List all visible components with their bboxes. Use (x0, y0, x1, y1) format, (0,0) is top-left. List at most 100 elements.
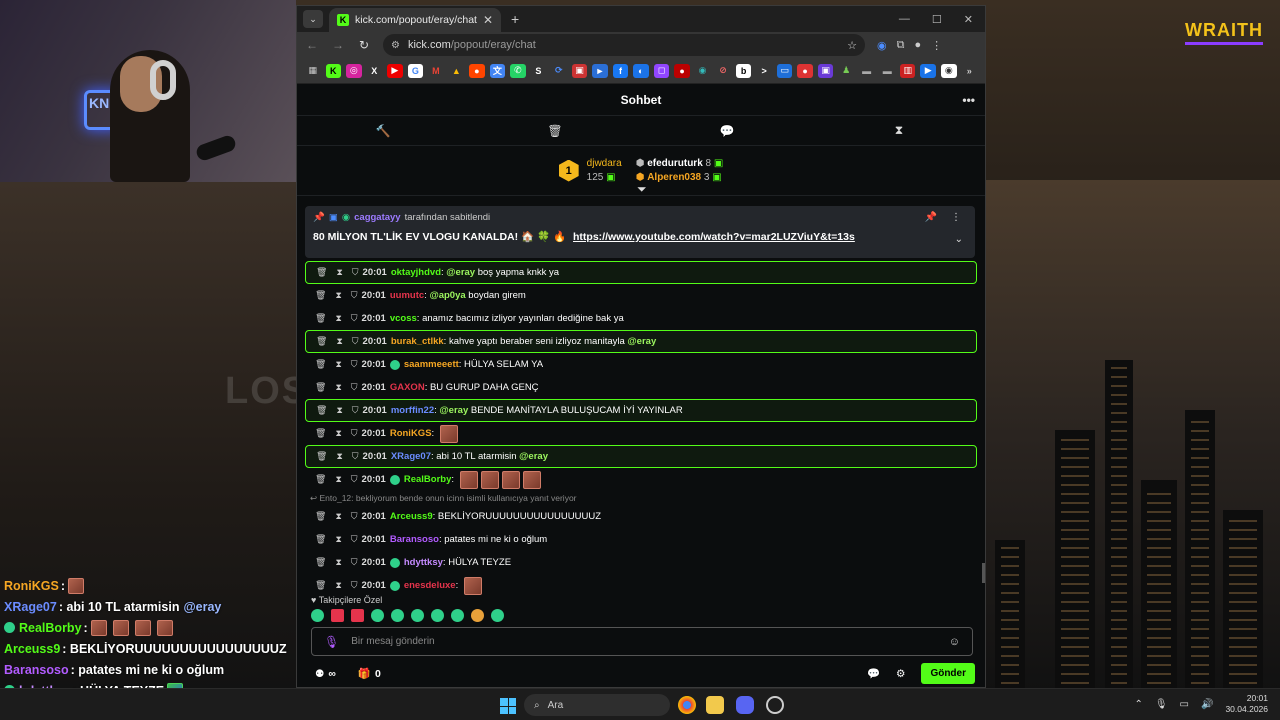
tab-search-icon[interactable]: ⌄ (303, 10, 323, 28)
bookmark-icon[interactable]: ▣ (571, 63, 588, 78)
emote-icon[interactable] (451, 609, 464, 622)
pinned-more-icon[interactable]: ⋮ (951, 212, 961, 223)
message-mention[interactable]: @eray (446, 267, 475, 278)
volume-icon[interactable]: 🔊 (1201, 699, 1213, 710)
trash-icon[interactable]: 🗑 (315, 382, 326, 393)
gift-icon[interactable]: 🎁 (358, 667, 371, 680)
message-username[interactable]: RoniKGS (390, 428, 432, 439)
bookmark-icon[interactable]: b (735, 63, 752, 78)
message-username[interactable]: GAXON (390, 382, 425, 393)
microphone-icon[interactable]: 🎙 (324, 635, 339, 649)
chat-message[interactable]: 🗑 ⧗ ⛉ 20:01 RealBorby: (305, 468, 977, 491)
tab-close-icon[interactable]: ✕ (483, 13, 493, 27)
more-options-icon[interactable]: ••• (962, 93, 975, 107)
bookmark-icon[interactable]: ◉ (940, 63, 957, 78)
emote-icon[interactable] (371, 609, 384, 622)
points-icon[interactable]: ⚉ (315, 668, 324, 680)
chat-bubble-icon[interactable]: 💬 (641, 116, 813, 145)
apps-icon[interactable]: ▦ (305, 64, 321, 78)
shield-icon[interactable]: ⛉ (352, 267, 359, 278)
hourglass-icon[interactable]: ⧗ (335, 382, 341, 393)
shield-icon[interactable]: ⛉ (351, 474, 358, 485)
clock[interactable]: 20:01 30.04.2026 (1225, 693, 1268, 715)
bookmark-icon[interactable]: ● (797, 63, 813, 78)
x-icon[interactable]: X (367, 64, 383, 78)
chrome-icon[interactable] (678, 696, 696, 714)
chat-message[interactable]: 🗑 ⧗ ⛉ 20:01 morffin22: @eray BENDE MANİTAYLA… (305, 399, 977, 422)
message-username[interactable]: saammeeett (404, 359, 459, 370)
shield-icon[interactable]: ⛉ (351, 428, 358, 439)
gmail-icon[interactable]: M (428, 64, 444, 78)
message-mention[interactable]: @eray (519, 451, 548, 462)
emote-icon[interactable] (331, 609, 344, 622)
hourglass-icon[interactable]: ⧗ (335, 580, 341, 591)
taskbar-search[interactable]: ⌕ Ara (524, 694, 670, 716)
hourglass-icon[interactable]: ⧗ (336, 451, 342, 462)
bookmark-icon[interactable]: ▥ (899, 63, 916, 78)
trash-icon[interactable]: 🗑 (315, 534, 326, 545)
bookmark-icon[interactable]: ▬ (879, 64, 895, 78)
chat-bubble-icon[interactable]: 💬 (867, 667, 880, 680)
translate-icon[interactable]: 文 (489, 63, 506, 78)
hourglass-icon[interactable]: ⧗ (335, 474, 341, 485)
bookmark-icon[interactable]: ► (592, 63, 608, 78)
hammer-icon[interactable]: 🔨 (297, 116, 469, 145)
pinned-by-user[interactable]: caggatayy (354, 212, 400, 223)
chat-message[interactable]: 🗑 ⧗ ⛉ 20:01 burak_ctlkk: kahve yaptı beraber… (305, 330, 977, 353)
leader-second[interactable]: ⬢ efeduruturk 8 ▣ (636, 157, 724, 171)
hourglass-icon[interactable]: ⧗ (335, 428, 341, 439)
trash-icon[interactable]: 🗑 (315, 511, 326, 522)
trash-icon[interactable]: 🗑 (315, 313, 326, 324)
trash-icon[interactable]: 🗑 (315, 580, 326, 591)
shield-icon[interactable]: ⛉ (351, 359, 358, 370)
trash-icon[interactable]: 🗑 (315, 474, 326, 485)
trash-icon[interactable]: 🗑 (316, 336, 327, 347)
bookmark-icon[interactable]: ⟳ (551, 64, 567, 78)
message-mention[interactable]: @ap0ya (429, 290, 465, 301)
file-explorer-icon[interactable] (706, 696, 724, 714)
leader-first[interactable]: djwdara 125 ▣ (587, 157, 622, 185)
whatsapp-icon[interactable]: ✆ (510, 63, 526, 78)
hourglass-icon[interactable]: ⧗ (335, 359, 341, 370)
new-tab-icon[interactable]: + (511, 11, 519, 27)
trash-icon[interactable]: 🗑 (315, 428, 326, 439)
message-username[interactable]: Arceuss9 (390, 511, 433, 522)
emote-icon[interactable] (351, 609, 364, 622)
message-username[interactable]: RealBorby (404, 474, 452, 485)
instagram-icon[interactable]: ◎ (346, 63, 362, 78)
emote-icon[interactable] (391, 609, 404, 622)
trash-icon[interactable]: 🗑 (315, 359, 326, 370)
shield-icon[interactable]: ⛉ (351, 290, 358, 301)
shield-icon[interactable]: ⛉ (352, 405, 359, 416)
minimize-icon[interactable]: — (899, 13, 910, 26)
chat-message[interactable]: 🗑 ⧗ ⛉ 20:01 saammeeett: HÜLYA SELAM YA (305, 353, 977, 376)
emote-icon[interactable] (491, 609, 504, 622)
message-username[interactable]: XRage07 (391, 451, 431, 462)
message-username[interactable]: oktayjhdvd (391, 267, 441, 278)
bookmark-icon[interactable]: ♟ (838, 64, 854, 78)
twitch-icon[interactable]: ◻ (653, 63, 670, 78)
microphone-icon[interactable]: 🎙 (1155, 699, 1168, 710)
chat-message[interactable]: 🗑 ⧗ ⛉ 20:01 Arceuss9: BEKLİYORUUUUUUUUUUUUUU… (305, 505, 977, 528)
bookmark-icon[interactable]: ◐ (633, 63, 649, 78)
chat-message[interactable]: 🗑 ⧗ ⛉ 20:01 enesdeluxe: (305, 574, 977, 597)
leader-third[interactable]: ⬢ Alperen038 3 ▣ (636, 171, 724, 185)
trash-icon[interactable]: 🗑 (316, 267, 327, 278)
chevron-up-icon[interactable]: ⌃ (1134, 699, 1142, 710)
browser-tab[interactable]: K kick.com/popout/eray/chat ✕ (329, 8, 501, 32)
hourglass-icon[interactable]: ⧗ (335, 313, 341, 324)
menu-icon[interactable]: ⋮ (931, 39, 942, 52)
extension-icon[interactable]: ◉ (877, 39, 887, 52)
profile-avatar[interactable]: ● (914, 39, 921, 52)
chat-message[interactable]: 🗑 ⧗ ⛉ 20:01 uumutc: @ap0ya boydan girem (305, 284, 977, 307)
windows-start-icon[interactable] (500, 698, 516, 714)
kick-bookmark-icon[interactable]: K (325, 63, 342, 78)
reddit-icon[interactable]: ● (469, 63, 485, 78)
shield-icon[interactable]: ⛉ (351, 534, 358, 545)
trash-icon[interactable]: 🗑 (469, 116, 641, 145)
chat-message[interactable]: 🗑 ⧗ ⛉ 20:01 XRage07: abi 10 TL atarmisin @er… (305, 445, 977, 468)
hourglass-icon[interactable]: ⧗ (336, 336, 342, 347)
more-bookmarks-icon[interactable]: » (962, 64, 978, 78)
chat-message[interactable]: 🗑 ⧗ ⛉ 20:01 RoniKGS: (305, 422, 977, 445)
trash-icon[interactable]: 🗑 (316, 405, 327, 416)
